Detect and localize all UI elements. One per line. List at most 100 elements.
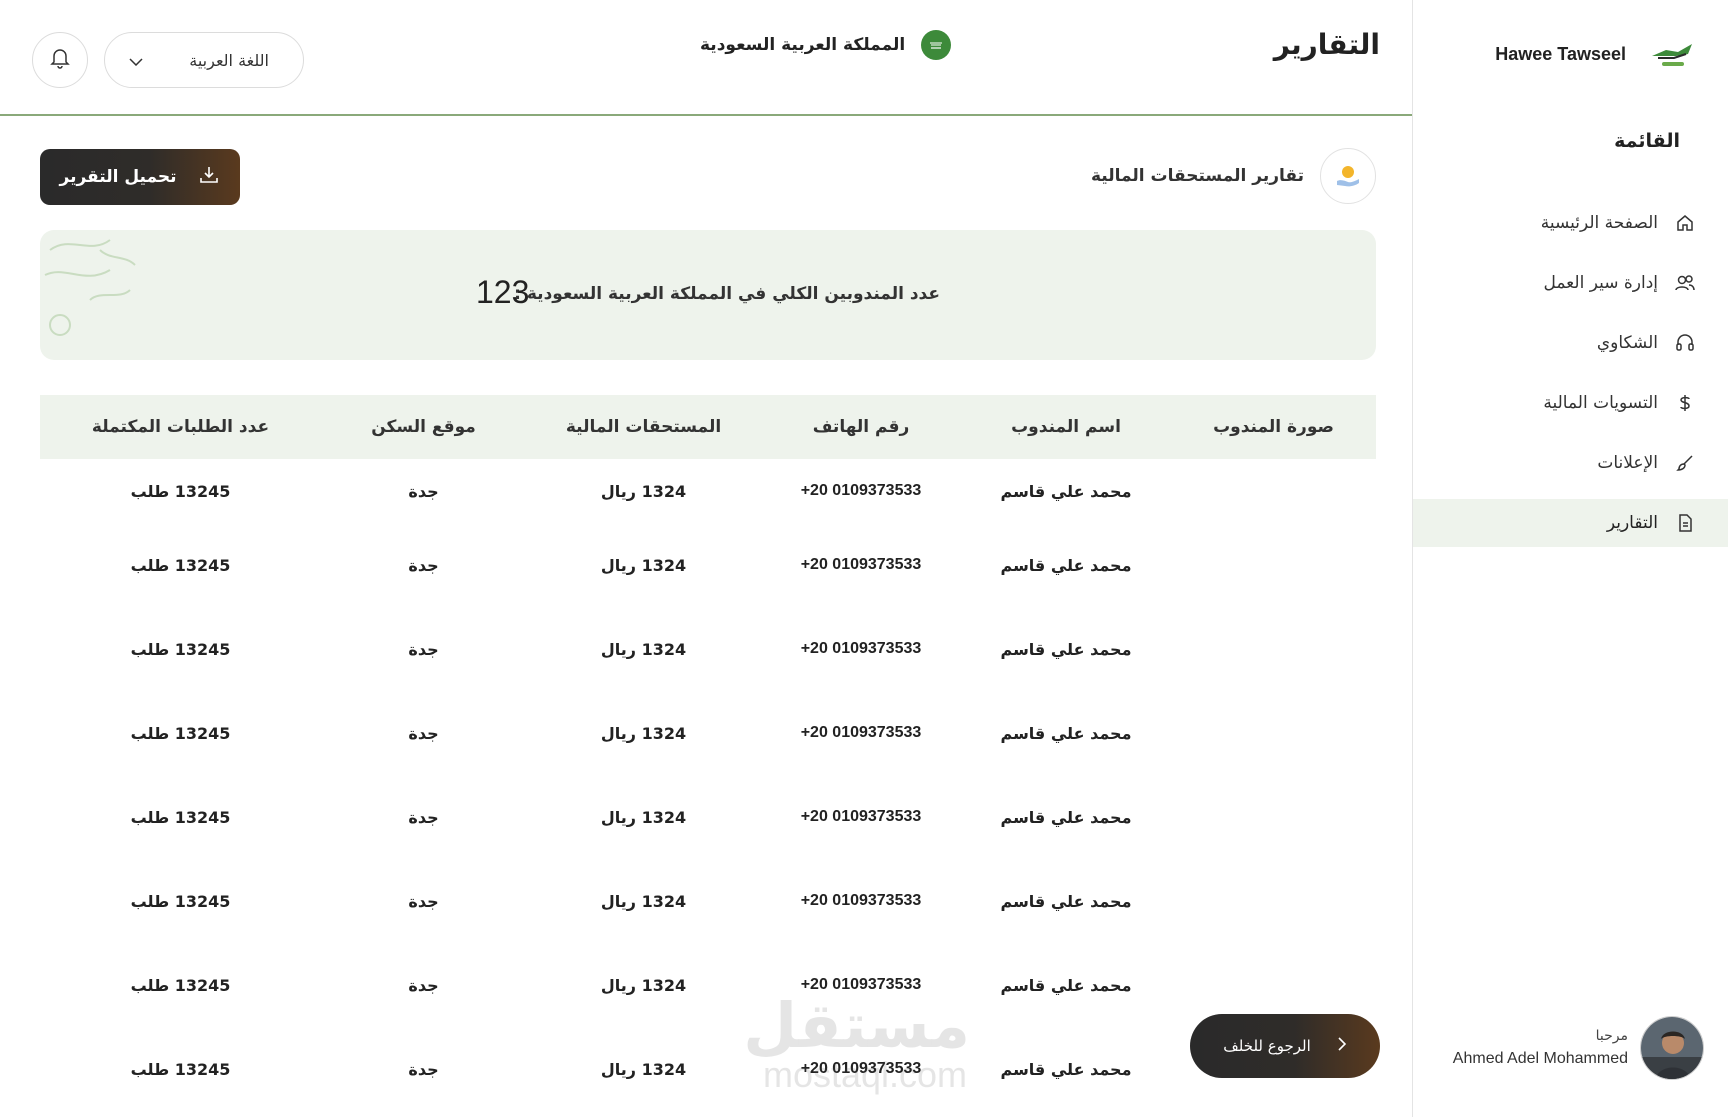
money-hand-icon [1320, 148, 1376, 204]
user-name: Ahmed Adel Mohammed [1452, 1050, 1628, 1067]
sidebar-item-label: الصفحة الرئيسية [1540, 213, 1658, 233]
column-header: المستحقات المالية [565, 417, 722, 437]
column-header: موقع السكن [371, 417, 476, 437]
sidebar-item-workflow[interactable]: إدارة سير العمل [1413, 259, 1728, 307]
saudi-flag-icon [921, 30, 952, 60]
financial-dues-cell: 1324 ريال [600, 975, 687, 995]
reports-table: صورة المندوب اسم المندوب رقم الهاتف المس… [40, 395, 1376, 1111]
financial-dues-cell: 1324 ريال [600, 639, 687, 659]
back-button-label: الرجوع للخلف [1223, 1037, 1311, 1055]
sidebar-item-complaints[interactable]: الشكاوي [1413, 319, 1728, 367]
completed-orders-cell: 13245 طلب [130, 723, 231, 743]
column-header: اسم المندوب [1011, 417, 1121, 437]
profile-text: مرحبا Ahmed Adel Mohammed [1453, 1028, 1628, 1068]
table-body: محمد علي قاسم +20 0109373533 1324 ريال جدة 1… [40, 459, 1376, 1111]
summary-card: عدد المندوبين الكلي في المملكة العربية ا… [40, 230, 1376, 360]
decorative-pattern [44, 239, 136, 336]
brand[interactable]: Hawee Tawseel [1495, 34, 1698, 74]
sidebar-nav: الصفحة الرئيسية إدارة سير العمل الشكاوي … [1413, 199, 1728, 559]
sidebar: Hawee Tawseel القائمة الصفحة الرئيسية إد… [1412, 0, 1728, 1117]
financial-dues-cell: 1324 ريال [600, 481, 687, 501]
download-report-label: تحميل التقرير [59, 167, 177, 187]
financial-dues-cell: 1324 ريال [600, 555, 687, 575]
brush-icon [1674, 452, 1696, 474]
completed-orders-cell: 13245 طلب [130, 481, 231, 501]
sidebar-item-home[interactable]: الصفحة الرئيسية [1413, 199, 1728, 247]
summary-value: 123 [476, 274, 530, 310]
section-header: تقارير المستحقات المالية [1091, 148, 1376, 204]
user-profile[interactable]: مرحبا Ahmed Adel Mohammed [1453, 1016, 1704, 1080]
agent-name-cell: محمد علي قاسم [1000, 481, 1132, 501]
table-row[interactable]: محمد علي قاسم +20 0109373533 1324 ريال جدة 1… [40, 943, 1376, 1027]
chevron-right-icon [1337, 1036, 1347, 1056]
financial-dues-cell: 1324 ريال [600, 1059, 687, 1079]
phone-cell: +20 0109373533 [800, 482, 922, 499]
sidebar-item-settlements[interactable]: التسويات المالية [1413, 379, 1728, 427]
location-cell: جدة [408, 807, 439, 827]
location-cell: جدة [408, 891, 439, 911]
table-row[interactable]: محمد علي قاسم +20 0109373533 1324 ريال جدة 1… [40, 1027, 1376, 1111]
phone-cell: +20 0109373533 [800, 808, 922, 825]
table-row[interactable]: محمد علي قاسم +20 0109373533 1324 ريال جدة 1… [40, 859, 1376, 943]
document-icon [1674, 512, 1696, 534]
financial-dues-cell: 1324 ريال [600, 723, 687, 743]
table-header: صورة المندوب اسم المندوب رقم الهاتف المس… [40, 395, 1376, 459]
country-indicator: المملكة العربية السعودية [700, 30, 952, 60]
country-label: المملكة العربية السعودية [700, 35, 906, 55]
agent-name-cell: محمد علي قاسم [1000, 891, 1132, 911]
notifications-button[interactable] [32, 32, 88, 88]
page-title: التقارير [1273, 28, 1380, 61]
phone-cell: +20 0109373533 [800, 724, 922, 741]
agent-name-cell: محمد علي قاسم [1000, 723, 1132, 743]
agent-name-cell: محمد علي قاسم [1000, 807, 1132, 827]
location-cell: جدة [408, 975, 439, 995]
agent-name-cell: محمد علي قاسم [1000, 975, 1132, 995]
home-icon [1674, 212, 1696, 234]
completed-orders-cell: 13245 طلب [130, 891, 231, 911]
location-cell: جدة [408, 481, 439, 501]
language-select[interactable]: اللغة العربية [104, 32, 304, 88]
dollar-icon [1674, 392, 1696, 414]
avatar[interactable] [1640, 1016, 1704, 1080]
sidebar-item-label: الإعلانات [1597, 453, 1658, 473]
column-header: صورة المندوب [1213, 417, 1334, 437]
table-row[interactable]: محمد علي قاسم +20 0109373533 1324 ريال جدة 1… [40, 691, 1376, 775]
section-title: تقارير المستحقات المالية [1090, 166, 1304, 186]
location-cell: جدة [408, 639, 439, 659]
agent-name-cell: محمد علي قاسم [1000, 555, 1132, 575]
completed-orders-cell: 13245 طلب [130, 975, 231, 995]
back-button[interactable]: الرجوع للخلف [1190, 1014, 1380, 1078]
top-bar: التقارير المملكة العربية السعودية اللغة … [0, 0, 1412, 116]
financial-dues-cell: 1324 ريال [600, 807, 687, 827]
completed-orders-cell: 13245 طلب [130, 555, 231, 575]
sidebar-item-label: التسويات المالية [1543, 393, 1658, 413]
phone-cell: +20 0109373533 [800, 1060, 922, 1077]
brand-logo-icon [1652, 44, 1692, 66]
table-row[interactable]: محمد علي قاسم +20 0109373533 1324 ريال جدة 1… [40, 459, 1376, 523]
column-header: عدد الطلبات المكتملة [91, 417, 270, 437]
greeting: مرحبا [1595, 1028, 1628, 1044]
table-row[interactable]: محمد علي قاسم +20 0109373533 1324 ريال جدة 1… [40, 523, 1376, 607]
language-select-value: اللغة العربية [189, 50, 269, 70]
brand-name: Hawee Tawseel [1495, 43, 1626, 64]
sidebar-item-reports[interactable]: التقارير [1413, 499, 1728, 547]
sidebar-item-label: التقارير [1606, 513, 1658, 533]
financial-dues-cell: 1324 ريال [600, 891, 687, 911]
table-row[interactable]: محمد علي قاسم +20 0109373533 1324 ريال جدة 1… [40, 607, 1376, 691]
location-cell: جدة [408, 1059, 439, 1079]
phone-cell: +20 0109373533 [800, 640, 922, 657]
completed-orders-cell: 13245 طلب [130, 639, 231, 659]
phone-cell: +20 0109373533 [800, 892, 922, 909]
summary-label: عدد المندوبين الكلي في المملكة العربية ا… [514, 284, 940, 304]
completed-orders-cell: 13245 طلب [130, 1059, 231, 1079]
agent-name-cell: محمد علي قاسم [1000, 639, 1132, 659]
column-header: رقم الهاتف [812, 417, 910, 437]
sidebar-item-label: الشكاوي [1596, 333, 1658, 353]
sidebar-item-ads[interactable]: الإعلانات [1413, 439, 1728, 487]
chevron-down-icon [129, 51, 143, 70]
download-icon [198, 164, 220, 190]
phone-cell: +20 0109373533 [800, 976, 922, 993]
location-cell: جدة [408, 723, 439, 743]
download-report-button[interactable]: تحميل التقرير [40, 149, 240, 205]
table-row[interactable]: محمد علي قاسم +20 0109373533 1324 ريال جدة 1… [40, 775, 1376, 859]
